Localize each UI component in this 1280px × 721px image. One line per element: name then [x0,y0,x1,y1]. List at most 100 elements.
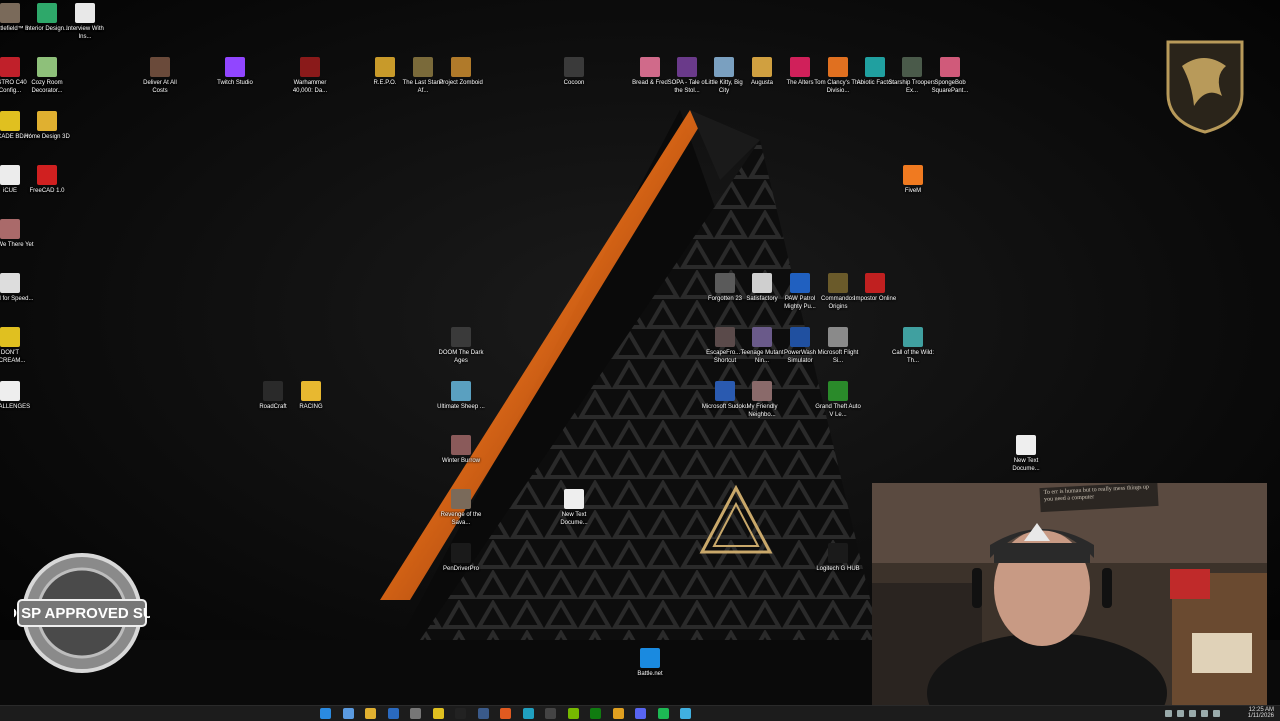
taskbar-tiktok-icon[interactable] [455,708,466,719]
escapeFrom-icon [715,327,735,347]
desktop-icon-label: Need for Speed... [0,296,34,302]
desktop-icon-label: Battle.net [637,671,663,677]
desktop-icon-label: Home Design 3D [24,134,70,140]
desktop-icon-label: CHALLENGES [0,404,31,410]
desktop-icon-gta[interactable]: Grand Theft Auto V Le... [814,381,862,419]
wifi-icon[interactable] [1177,710,1184,717]
desktop-icon-label: New Text Docume... [1012,458,1040,472]
desktop-icon-fivem[interactable]: FiveM [889,165,937,195]
desktop-icon-label: FreeCAD 1.0 [29,188,65,194]
bday-icon [0,111,20,131]
desktop-icon-label: Revenge of the Sava... [440,512,482,526]
taskbar-file-explorer-icon[interactable] [365,708,376,719]
desktop-icon-pendriver[interactable]: PenDriverPro [437,543,485,573]
desktop-icon-doom[interactable]: DOOM The Dark Ages [437,327,485,365]
desktop-icon-challenges[interactable]: CHALLENGES [0,381,34,411]
taskbar-notes-icon[interactable] [680,708,691,719]
neighbor-icon [752,381,772,401]
desktop-icon-spongebob[interactable]: SpongeBob SquarePant... [926,57,974,95]
badge-text: CERTIFIED SP APPROVED SUPPORTER [14,605,150,622]
taskbar-xbox-icon[interactable] [590,708,601,719]
warhammer-icon [300,57,320,77]
desktop-icon-label: Warhammer 40,000: Da... [292,80,328,94]
roadcraft-icon [263,381,283,401]
alters-icon [790,57,810,77]
icue-icon [0,165,20,185]
desktop-icon-impostor[interactable]: Impostor Online [851,273,899,303]
taskbar-obs-icon[interactable] [545,708,556,719]
newText1-icon [1016,435,1036,455]
desktop-icon-logitech[interactable]: Logitech G HUB [814,543,862,573]
taskbar-discord-icon[interactable] [635,708,646,719]
desktop-icon-msfs[interactable]: Microsoft Flight Si... [814,327,862,365]
desktop-icon-racing[interactable]: RACING [287,381,335,411]
taskbar-spotify-icon[interactable] [657,708,669,719]
desktop-icon-label: Microsoft Flight Si... [817,350,859,364]
twitch-icon [225,57,245,77]
taskbar-start-icon[interactable] [320,708,331,719]
interview-icon [75,3,95,23]
ultimateSheep-icon [451,381,471,401]
taskbar-nvidia-icon[interactable] [567,708,579,719]
mic-icon[interactable] [1201,710,1208,717]
winterBurrow-icon [451,435,471,455]
desktop-icon-freecad[interactable]: FreeCAD 1.0 [23,165,71,195]
certified-supporter-badge: CERTIFIED SP APPROVED SUPPORTER [14,553,150,673]
desktop-icon-label: Project Zomboid [439,80,483,86]
deliver-icon [150,57,170,77]
taskbar-steam-icon[interactable] [477,708,489,719]
desktop-icon-label: Deliver At All Costs [143,80,177,94]
webcam-feed [872,483,1267,705]
chevron-up-icon[interactable] [1165,710,1172,717]
speaker-icon[interactable] [1213,710,1220,717]
interior-icon [37,3,57,23]
taskbar-chrome-icon[interactable] [612,708,624,719]
taskbar-edge-icon[interactable] [522,708,534,719]
desktop-icon-callWild[interactable]: Call of the Wild: Th... [889,327,937,365]
desktop-icon-label: Twitch Studio [217,80,253,86]
taskbar-store-icon[interactable] [387,708,399,719]
desktop-icon-label: DON'T SCREAM... [0,350,26,364]
desktop-icon-cocoon[interactable]: Cocoon [550,57,598,87]
dontScream-icon [0,327,20,347]
doom-icon [451,327,471,347]
starship-icon [902,57,922,77]
desktop-icon-newText1[interactable]: New Text Docume... [1002,435,1050,473]
taskbar-copilot-icon[interactable] [342,708,354,719]
clock[interactable]: 12:25 AM 1/11/2026 [1248,707,1274,719]
desktop-icon-nfs[interactable]: Need for Speed... [0,273,34,303]
desktop-icon-zomboid[interactable]: Project Zomboid [437,57,485,87]
taskbar: 12:25 AM 1/11/2026 [0,705,1280,721]
division-icon [828,57,848,77]
clock-date: 1/11/2026 [1247,713,1274,719]
desktop-icon-twitch[interactable]: Twitch Studio [211,57,259,87]
taskbar-sticky-notes-icon[interactable] [432,708,444,719]
desktop-icon-homeDesign[interactable]: Home Design 3D [23,111,71,141]
desktop-icon-dontScream[interactable]: DON'T SCREAM... [0,327,34,365]
fivem-icon [903,165,923,185]
lastStand-icon [413,57,433,77]
desktop-icon-winterBurrow[interactable]: Winter Burrow [437,435,485,465]
desktop-icon-newText2[interactable]: New Text Docume... [550,489,598,527]
desktop-icon-label: Cocoon [563,80,585,86]
thereYet-icon [0,219,20,239]
abiotic-icon [865,57,885,77]
desktop-icon-cozy[interactable]: Cozy Room Decorator... [23,57,71,95]
desktop-icon-deliver[interactable]: Deliver At All Costs [136,57,184,95]
revenge-icon [451,489,471,509]
desktop-icon-interview[interactable]: Interview With Ins... [61,3,109,41]
newText2-icon [564,489,584,509]
littleKitty-icon [714,57,734,77]
battery-icon[interactable] [1189,710,1196,717]
cocoon-icon [564,57,584,77]
desktop-icon-thereYet[interactable]: Are We There Yet [0,219,34,249]
taskbar-camera-icon[interactable] [410,708,421,719]
desktop-icon-revenge[interactable]: Revenge of the Sava... [437,489,485,527]
desktop-icon-ultimateSheep[interactable]: Ultimate Sheep ... [437,381,485,411]
desktop-icon-neighbor[interactable]: My Friendly Neighbo... [738,381,786,419]
desktop-icon-battlenet[interactable]: Battle.net [626,648,674,678]
desktop-icon-warhammer[interactable]: Warhammer 40,000: Da... [286,57,334,95]
taskbar-brave-icon[interactable] [500,708,511,719]
repo-icon [375,57,395,77]
commandos-icon [828,273,848,293]
